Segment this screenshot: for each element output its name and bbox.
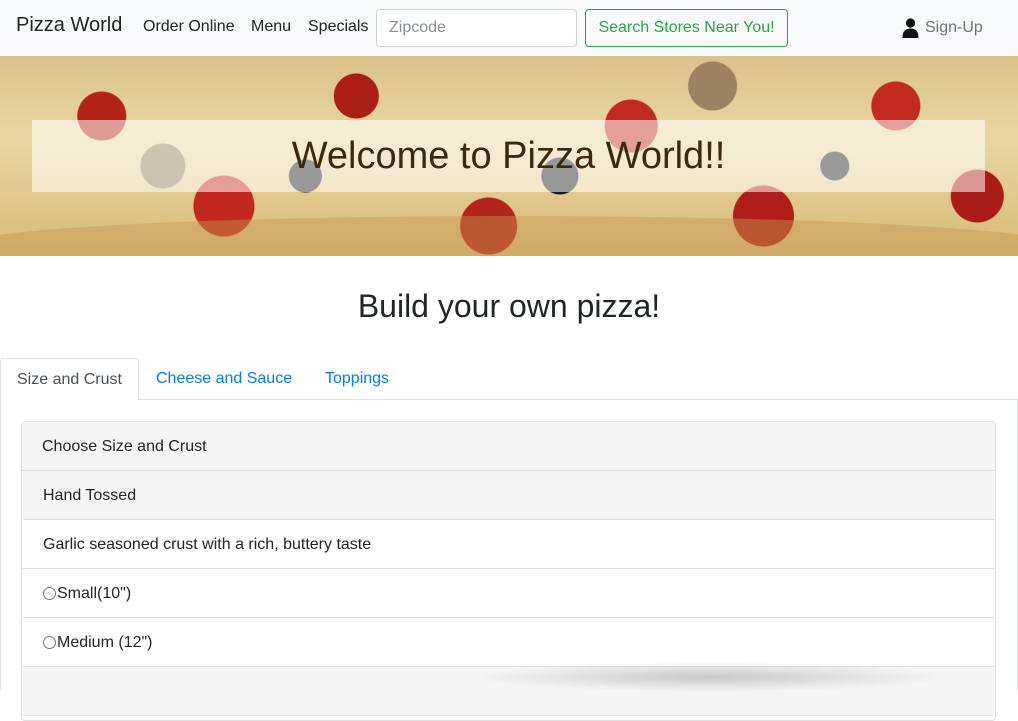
search-stores-button[interactable]: Search Stores Near You!	[585, 9, 788, 47]
tab-cheese-and-sauce[interactable]: Cheese and Sauce	[140, 358, 308, 400]
crust-description-text: Garlic seasoned crust with a rich, butte…	[43, 535, 372, 553]
tab-toppings[interactable]: Toppings	[309, 358, 405, 400]
page-title: Build your own pizza!	[357, 288, 661, 324]
small-label: Small(10")	[57, 584, 132, 602]
medium-radio[interactable]	[43, 635, 56, 649]
size-option-medium[interactable]: Medium (12")	[23, 618, 994, 667]
size-option-small[interactable]: Small(10")	[23, 569, 994, 618]
medium-label: Medium (12")	[57, 633, 153, 651]
hero-crust	[0, 216, 1018, 256]
zipcode-input[interactable]	[376, 9, 577, 47]
crust-name: Hand Tossed	[23, 471, 994, 520]
hero-title: Welcome to Pizza World!!	[291, 134, 726, 177]
user-icon	[902, 18, 919, 38]
hero-banner: Welcome to Pizza World!!	[32, 120, 985, 192]
small-radio[interactable]	[43, 586, 56, 600]
card-header: Choose Size and Crust	[22, 422, 995, 471]
signup-label: Sign-Up	[925, 19, 983, 36]
brand-link[interactable]: Pizza World	[16, 14, 122, 37]
navbar: Pizza World Order Online Menu Specials S…	[0, 0, 1018, 56]
tab-size-and-crust[interactable]: Size and Crust	[0, 358, 139, 401]
hero-image: Welcome to Pizza World!!	[0, 56, 1018, 256]
builder-tabs: Size and Crust Cheese and Sauce Toppings	[0, 358, 1018, 401]
crust-name-label: Hand Tossed	[43, 486, 137, 504]
nav-specials[interactable]: Specials	[308, 18, 368, 36]
signup-link[interactable]: Sign-Up	[902, 18, 983, 38]
nav-menu[interactable]: Menu	[251, 18, 291, 36]
floating-shadow	[470, 662, 950, 692]
nav-order-online[interactable]: Order Online	[143, 18, 235, 36]
crust-description: Garlic seasoned crust with a rich, butte…	[23, 520, 994, 569]
